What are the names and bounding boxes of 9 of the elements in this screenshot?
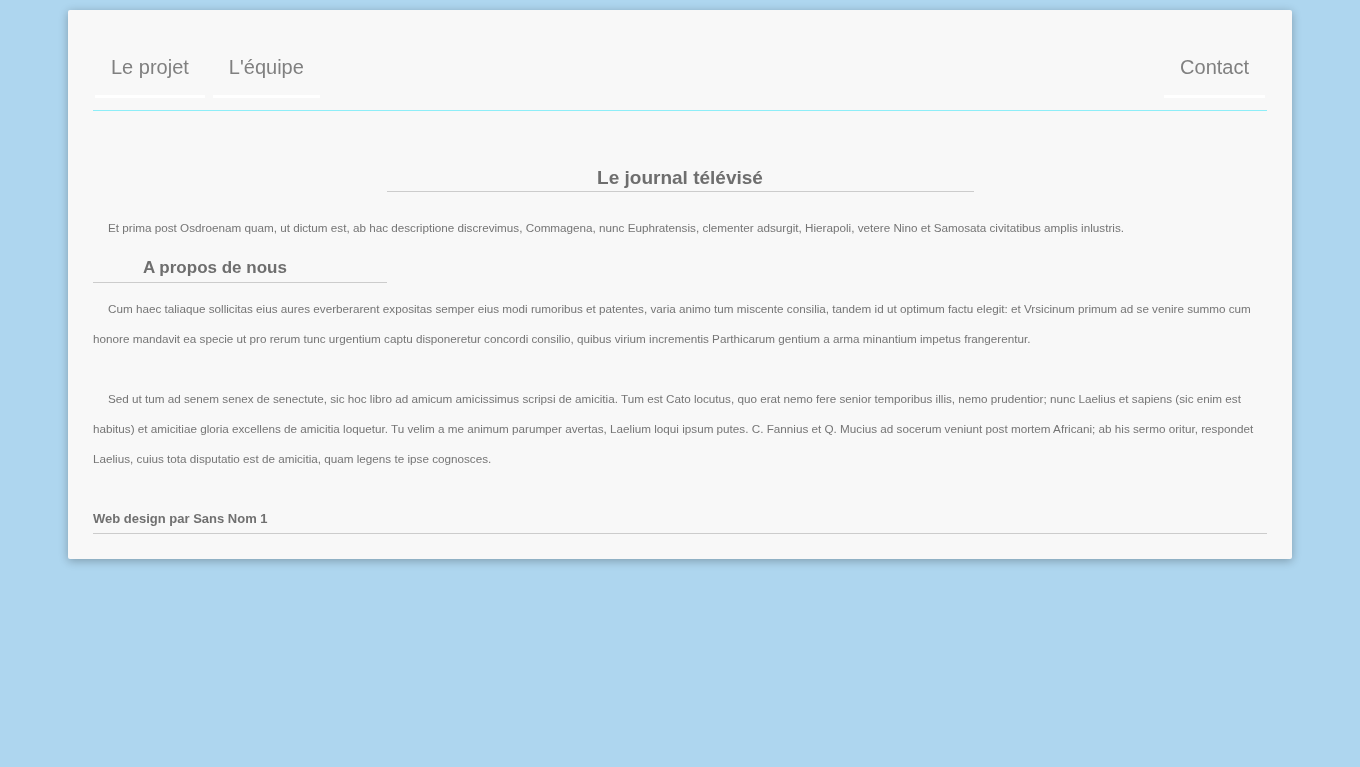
paragraph: Sed ut tum ad senem senex de senectute, sic hoc libro ad amicum amicissimus scripsi de amicitia. Tum est Cato locutus, quo erat nemo fere senior temporibus illis, nemo prudentior; nunc Laelius et sapiens (sic enim est habitus) et amicitiae gloria excellens de amicitia loquetur. Tu velim a me animum parumper avertas, Laelium loqui ipsum putes. C. Fannius et Q. Mucius ad socerum veniunt post mortem Africani; ab his sermo oritur, respondet Laelius, cuius tota disputatio est de amicitia, quam legens te ipse cognosces.: [93, 391, 1255, 467]
section-heading: A propos de nous: [93, 257, 387, 283]
footer-credit: Web design par Sans Nom 1: [93, 510, 1267, 534]
paragraph: Cum haec taliaque sollicitas eius aures everberarent expositas semper eius modi rumoribus et patentes, varia animo tum miscente consilia, tandem id ut optimum factu elegit: et Vrsicinum primum ad se venire summo cum honore mandavit ea specie ut pro rerum tunc urgentium captu disponeretur concordi consilio, quibus virium incrementis Parthicarum gentium a arma minantium impetus frangerentur.: [93, 301, 1252, 347]
nav-link[interactable]: L'équipe: [212, 35, 320, 98]
paragraph: Et prima post Osdroenam quam, ut dictum est, ab hac descriptione discrevimus, Commagena, nunc Euphratensis, clementer adsurgit, Hierapoli, vetere Nino et Samosata civitatibus amplis inlustris.: [107, 220, 1125, 236]
section-heading: Le journal télévisé: [386, 166, 974, 192]
nav-link[interactable]: Contact: [1164, 35, 1265, 98]
nav-link[interactable]: Le projet: [95, 35, 205, 98]
